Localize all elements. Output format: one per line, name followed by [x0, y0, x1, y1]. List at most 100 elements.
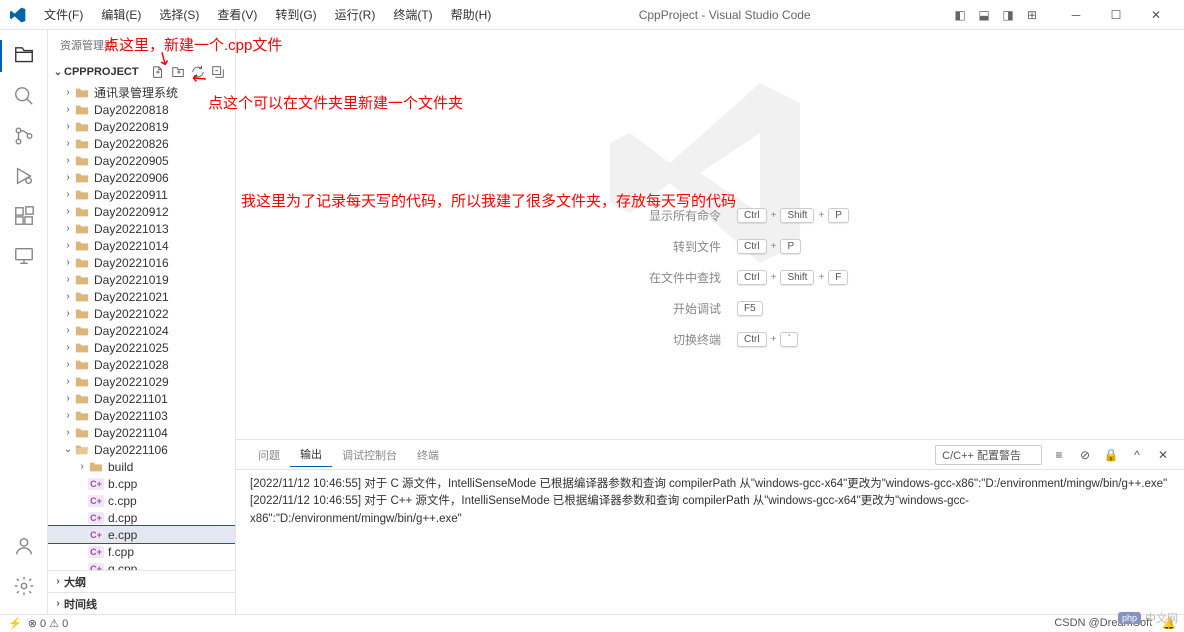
tree-folder[interactable]: ›Day20221103: [48, 407, 235, 424]
menu-help[interactable]: 帮助(H): [443, 2, 500, 27]
editor-area: 显示所有命令Ctrl+Shift+P转到文件Ctrl+P在文件中查找Ctrl+S…: [236, 30, 1184, 614]
php-badge-icon: php: [1118, 612, 1141, 624]
menu-edit[interactable]: 编辑(E): [93, 2, 149, 27]
maximize-panel-icon[interactable]: ^: [1128, 448, 1146, 462]
panel-tab-problems[interactable]: 问题: [248, 443, 290, 467]
menu-run[interactable]: 运行(R): [327, 2, 384, 27]
tree-file[interactable]: C+b.cpp: [48, 475, 235, 492]
keyboard-key: Ctrl: [737, 208, 767, 223]
remote-icon[interactable]: [0, 236, 48, 276]
chevron-right-icon: ›: [62, 359, 74, 370]
keyboard-key: Ctrl: [737, 270, 767, 285]
menu-file[interactable]: 文件(F): [36, 2, 91, 27]
folder-open-icon: [74, 442, 90, 458]
tree-folder[interactable]: ›Day20221028: [48, 356, 235, 373]
panel-tab-output[interactable]: 输出: [290, 442, 332, 467]
folder-label: Day20220826: [94, 137, 169, 151]
tree-folder[interactable]: ›Day20221016: [48, 254, 235, 271]
tree-file[interactable]: C+g.cpp: [48, 560, 235, 570]
chevron-right-icon: ›: [52, 598, 64, 609]
minimize-button[interactable]: ─: [1056, 1, 1096, 29]
tree-folder[interactable]: ›Day20221104: [48, 424, 235, 441]
keyboard-key: Ctrl: [737, 239, 767, 254]
tree-folder[interactable]: ›Day20221013: [48, 220, 235, 237]
folder-icon: [74, 85, 90, 101]
new-folder-icon[interactable]: [169, 63, 187, 81]
tree-folder[interactable]: ›Day20221022: [48, 305, 235, 322]
tree-folder[interactable]: ›Day20221019: [48, 271, 235, 288]
chevron-right-icon: ›: [62, 291, 74, 302]
folder-label: Day20221016: [94, 256, 169, 270]
close-panel-icon[interactable]: ✕: [1154, 448, 1172, 462]
settings-icon[interactable]: [0, 566, 48, 606]
status-problems[interactable]: ⊗ 0 ⚠ 0: [28, 617, 68, 630]
tree-folder[interactable]: ›Day20221101: [48, 390, 235, 407]
tree-folder[interactable]: ›Day20221025: [48, 339, 235, 356]
tree-folder[interactable]: ›通讯录管理系统: [48, 84, 235, 101]
tree-folder[interactable]: ›Day20220826: [48, 135, 235, 152]
keyboard-key: F: [828, 270, 848, 285]
folder-label: Day20221014: [94, 239, 169, 253]
folder-label: Day20221019: [94, 273, 169, 287]
layout-sidebar-right-icon[interactable]: ◨: [998, 5, 1018, 25]
file-label: c.cpp: [108, 494, 137, 508]
tree-folder[interactable]: ›Day20220912: [48, 203, 235, 220]
remote-indicator-icon[interactable]: ⚡: [8, 617, 22, 630]
close-button[interactable]: ✕: [1136, 1, 1176, 29]
explorer-icon[interactable]: [0, 36, 48, 76]
layout-panel-icon[interactable]: ⬓: [974, 5, 994, 25]
folder-label: Day20221022: [94, 307, 169, 321]
tree-folder-expanded[interactable]: ⌄Day20221106: [48, 441, 235, 458]
tree-file[interactable]: C+ c.cpp: [48, 492, 235, 509]
extensions-icon[interactable]: [0, 196, 48, 236]
menu-view[interactable]: 查看(V): [209, 2, 265, 27]
folder-icon: [74, 153, 90, 169]
run-debug-icon[interactable]: [0, 156, 48, 196]
bottom-panel: 问题 输出 调试控制台 终端 C/C++ 配置警告 ≡ ⊘ 🔒 ^ ✕ [202…: [236, 439, 1184, 614]
panel-tab-debug-console[interactable]: 调试控制台: [332, 443, 407, 467]
chevron-right-icon: ›: [62, 240, 74, 251]
output-filter-select[interactable]: C/C++ 配置警告: [935, 445, 1042, 465]
tree-folder[interactable]: ›Day20220905: [48, 152, 235, 169]
tree-file[interactable]: C+f.cpp: [48, 543, 235, 560]
output-content[interactable]: [2022/11/12 10:46:55] 对于 C 源文件，IntelliSe…: [236, 470, 1184, 614]
tree-folder[interactable]: ›build: [48, 458, 235, 475]
layout-customize-icon[interactable]: ⊞: [1022, 5, 1042, 25]
collapse-all-icon[interactable]: [209, 63, 227, 81]
chevron-right-icon: ›: [62, 104, 74, 115]
file-label: b.cpp: [108, 477, 137, 491]
outline-section[interactable]: › 大纲: [48, 570, 235, 592]
cpp-file-icon: C+: [88, 493, 104, 509]
folder-icon: [74, 187, 90, 203]
folder-icon: [74, 289, 90, 305]
tree-folder[interactable]: ›Day20220819: [48, 118, 235, 135]
panel-tab-terminal[interactable]: 终端: [407, 443, 449, 467]
timeline-section[interactable]: › 时间线: [48, 592, 235, 614]
tree-folder[interactable]: ›Day20220911: [48, 186, 235, 203]
menu-selection[interactable]: 选择(S): [151, 2, 207, 27]
tree-folder[interactable]: › Day20221014: [48, 237, 235, 254]
tree-folder[interactable]: ›Day20220906: [48, 169, 235, 186]
clear-output-icon[interactable]: ⊘: [1076, 448, 1094, 462]
folder-label: build: [108, 460, 133, 474]
folder-label: Day20221013: [94, 222, 169, 236]
tree-folder[interactable]: ›Day20221024: [48, 322, 235, 339]
layout-sidebar-left-icon[interactable]: ◧: [950, 5, 970, 25]
folder-icon: [74, 272, 90, 288]
lock-scroll-icon[interactable]: 🔒: [1102, 448, 1120, 462]
account-icon[interactable]: [0, 526, 48, 566]
tree-folder[interactable]: ›Day20221029: [48, 373, 235, 390]
tree-file[interactable]: C+e.cpp: [48, 526, 235, 543]
source-control-icon[interactable]: [0, 116, 48, 156]
tree-file[interactable]: C+d.cpp: [48, 509, 235, 526]
tree-folder[interactable]: ›Day20221021: [48, 288, 235, 305]
file-label: d.cpp: [108, 511, 137, 525]
cpp-file-icon: C+: [88, 544, 104, 560]
menu-terminal[interactable]: 终端(T): [385, 2, 440, 27]
maximize-button[interactable]: ☐: [1096, 1, 1136, 29]
tree-folder[interactable]: ›Day20220818: [48, 101, 235, 118]
menu-go[interactable]: 转到(G): [267, 2, 324, 27]
search-icon[interactable]: [0, 76, 48, 116]
shortcut-row: 切换终端Ctrl+`: [571, 331, 849, 348]
filter-icon[interactable]: ≡: [1050, 448, 1068, 462]
